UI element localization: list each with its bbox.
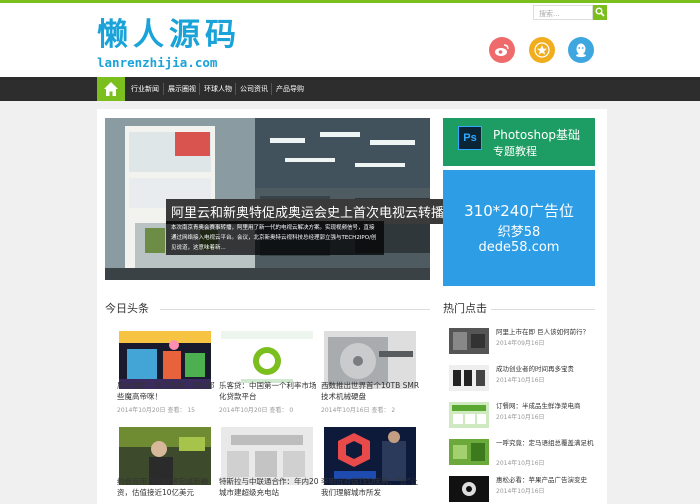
qq-button[interactable] [568,37,594,63]
card-meta: 2014年10月20日 查看： 0 [219,407,294,414]
section-divider [491,309,595,310]
weibo-icon [495,44,509,56]
today-section-title: 今日头条 [105,302,149,315]
hot-item-date: 2014年09月16日 [496,340,545,347]
hot-item-title[interactable]: 订餐网：半成品生鲜净菜电商 [496,402,596,411]
ad-placeholder-banner[interactable]: 310*240广告位 织梦58 dede58.com [443,170,595,286]
ad-brand-text: 织梦58 [497,225,541,240]
card-title[interactable]: 乐客贷：中国第一个利率市场化贷款平台 [219,380,319,402]
search-icon [595,7,605,17]
hot-item-thumbnail[interactable] [449,402,489,428]
nav-divider [199,83,200,95]
main-nav: 行业新闻 展示圈视 环球人物 公司资讯 产品导购 [0,77,700,101]
hot-item-date: 2014年10月16日 [496,460,545,467]
site-header: 懒人源码 lanrenzhijia.com 搜索... [0,3,700,77]
card-title[interactable]: 李明远对话TED庆典："云"让我们理解城市所发 [321,476,421,498]
card-title[interactable]: 约会应用Tinder将完成新融资，估值接近10亿美元 [117,476,217,498]
card-meta: 2014年10月16日 查看： 2 [321,407,396,414]
nav-item-company-news[interactable]: 公司资讯 [240,77,268,101]
nav-home-button[interactable] [97,77,125,101]
qq-icon [576,43,586,58]
hot-item-thumbnail[interactable] [449,439,489,465]
photoshop-logo-icon: Ps [458,126,482,150]
search-input[interactable]: 搜索... [533,5,593,20]
logo-chinese-text: 懒人源码 [97,17,241,53]
nav-divider [271,83,272,95]
ad-domain-text: dede58.com [478,240,560,255]
nav-item-industry-news[interactable]: 行业新闻 [131,77,159,101]
star-icon [534,42,550,58]
hot-item-date: 2014年10月16日 [496,488,545,495]
hot-item-thumbnail[interactable] [449,476,489,502]
logo-domain-text: lanrenzhijia.com [97,55,218,70]
section-divider [160,309,430,310]
hot-section-title: 热门点击 [443,302,487,315]
nav-item-product-guide[interactable]: 产品导购 [276,77,304,101]
hot-item-thumbnail[interactable] [449,328,489,354]
nav-divider [235,83,236,95]
favorite-button[interactable] [529,37,555,63]
banner-title: Photoshop基础 [493,128,581,142]
nav-item-people[interactable]: 环球人物 [204,77,232,101]
card-meta: 2014年10月20日 查看： 15 [117,407,195,414]
hot-item-title[interactable]: 一呼究竟：定马语组总覆盖满足机 [496,439,596,448]
hot-item-date: 2014年10月16日 [496,377,545,384]
hot-item-title[interactable]: 惠松必看：苹果产品广告演变史 [496,476,596,485]
search-button[interactable] [593,5,607,20]
nav-item-showcase[interactable]: 展示圈视 [168,77,196,101]
slider-description: 本次南京青奥会赛事转播，阿里用了新一代的电视云解决方案。实现视频信号，直接通过网… [166,221,384,255]
photoshop-tutorial-banner[interactable]: Ps Photoshop基础 专题教程 [443,118,595,166]
card-title[interactable]: 特斯拉与中联通合作：年内20城市建超级充电站 [219,476,319,498]
hot-item-title[interactable]: 阿里上市在即 巨人该如何前行？ [496,328,596,337]
card-title[interactable]: 屌丝福防：保卫女神，烧死那些魔高帝咪！ [117,380,217,402]
site-logo[interactable]: 懒人源码 lanrenzhijia.com [97,17,241,70]
banner-subtitle: 专题教程 [493,145,537,158]
hot-item-title[interactable]: 成功创业者的时间再多宝贵 [496,365,596,374]
home-icon [104,82,118,96]
ad-size-text: 310*240广告位 [464,202,574,220]
nav-divider [163,83,164,95]
hot-item-thumbnail[interactable] [449,365,489,391]
hot-item-date: 2014年10月16日 [496,414,545,421]
weibo-button[interactable] [489,37,515,63]
card-title[interactable]: 西数推出世界首个10TB SMR技术机械硬盘 [321,380,421,402]
